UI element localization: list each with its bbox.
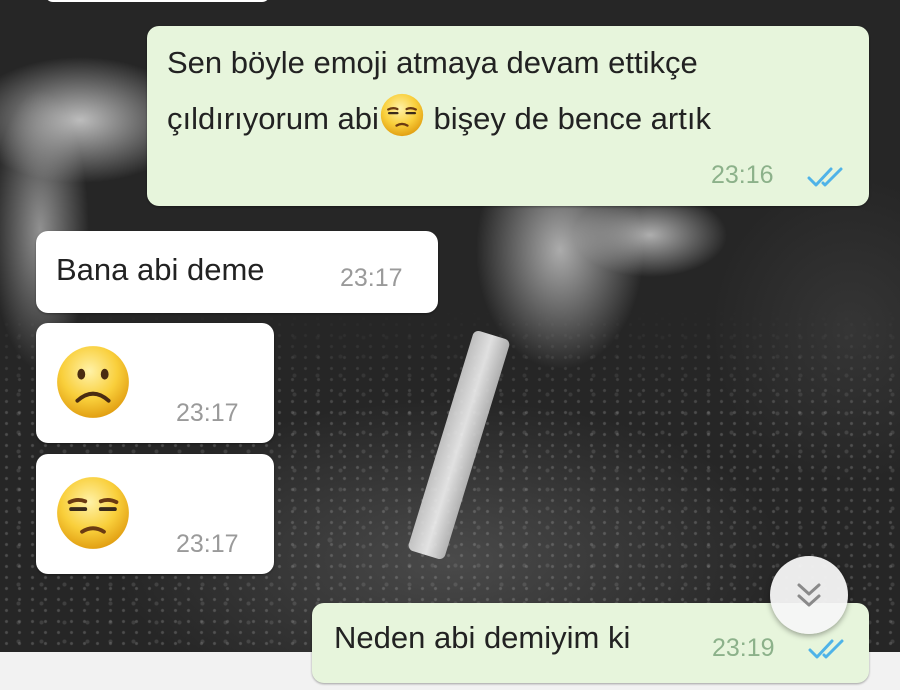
message-time: 23:16 — [711, 161, 774, 189]
scroll-to-bottom-button[interactable] — [770, 556, 848, 634]
message-time: 23:19 — [712, 634, 775, 662]
double-check-read-icon — [807, 167, 843, 187]
message-time: 23:17 — [176, 530, 239, 558]
message-time: 23:17 — [340, 264, 403, 292]
unamused-face-icon — [57, 477, 129, 549]
previous-bubble-edge — [45, 0, 270, 2]
message-text-line-2: çıldırıyorum abi bişey de bence artık — [167, 92, 711, 142]
incoming-message-bubble[interactable]: Bana abi deme 23:17 — [36, 231, 438, 313]
message-text-line-1: Sen böyle emoji atmaya devam ettikçe — [167, 45, 698, 80]
double-chevron-down-icon — [797, 583, 821, 607]
message-time: 23:17 — [176, 399, 239, 427]
outgoing-message-bubble[interactable]: Sen böyle emoji atmaya devam ettikçe çıl… — [147, 26, 869, 206]
message-text: Neden abi demiyim ki — [334, 620, 631, 655]
incoming-emoji-bubble[interactable]: 23:17 — [36, 454, 274, 574]
slightly-frowning-face-icon — [57, 346, 129, 418]
unamused-face-icon — [380, 93, 424, 137]
message-text: Bana abi deme — [56, 252, 265, 287]
incoming-emoji-bubble[interactable]: 23:17 — [36, 323, 274, 443]
double-check-read-icon — [808, 639, 844, 659]
